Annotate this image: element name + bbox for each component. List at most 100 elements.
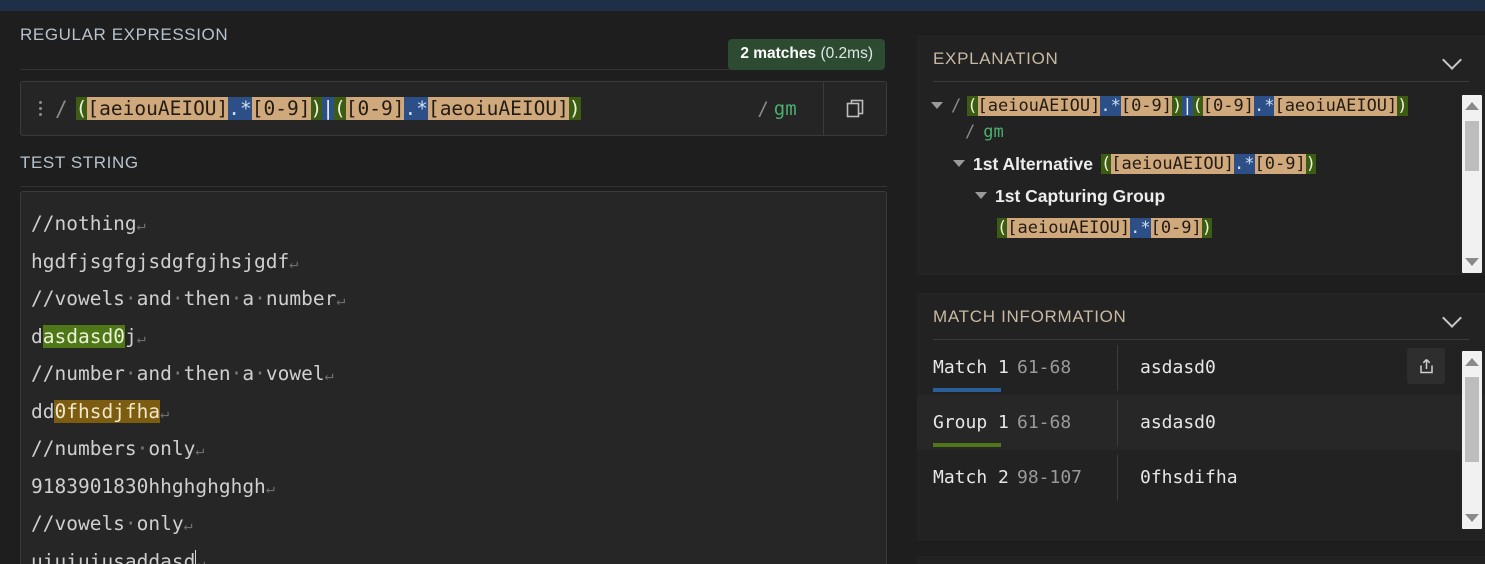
test-string-line: uiuiuiusaddasd↵ [31, 544, 886, 564]
explanation-token: * [1244, 154, 1255, 174]
chevron-down-icon[interactable] [1443, 311, 1463, 323]
test-string-text: then [183, 287, 231, 310]
copy-icon[interactable] [824, 98, 886, 119]
explanation-row-content: 1st Capturing Group [995, 183, 1173, 209]
explanation-token: ) [1305, 154, 1316, 174]
explanation-row[interactable]: ([aeiouAEIOU].*[0-9]) [917, 212, 1485, 244]
explanation-tree[interactable]: / ([aeiouAEIOU].*[0-9])|([0-9].*[aeoiuAEI… [917, 82, 1485, 257]
match-row[interactable]: Match 2 98-107 0fhsdifha [917, 450, 1485, 505]
scroll-up-arrow-icon[interactable] [1465, 358, 1479, 366]
test-string-line: //number·and·then·a·vowel↵ [31, 356, 886, 394]
explanation-token: | [1182, 96, 1193, 116]
match-row-underline [933, 443, 1001, 447]
regex-token: [0-9] [251, 96, 311, 120]
regex-token: ) [310, 96, 323, 120]
explanation-row-content: / ([aeiouAEIOU].*[0-9])|([0-9].*[aeoiuAEI… [951, 93, 1421, 145]
explanation-row-content: 1st Alternative ([aeiouAEIOU].*[0-9]) [973, 151, 1316, 177]
expand-triangle-icon[interactable] [931, 102, 943, 109]
explanation-row[interactable]: 1st Alternative ([aeiouAEIOU].*[0-9]) [917, 148, 1485, 180]
match-row-underline [933, 388, 1001, 392]
match-row[interactable]: Group 1 61-68 asdasd0 [917, 395, 1485, 450]
regex-flags[interactable]: / gm [731, 98, 823, 120]
explanation-token: ( [1192, 96, 1203, 116]
regex-token: . [228, 96, 241, 120]
test-string-text: a [242, 287, 255, 310]
match-row[interactable]: Match 1 61-68 asdasd0 [917, 340, 1485, 395]
space-dot-icon: · [171, 362, 184, 385]
test-string-line: dasdasd0j↵ [31, 319, 886, 357]
scroll-down-arrow-icon[interactable] [1465, 514, 1479, 522]
match-row-range: 61-68 [1017, 357, 1072, 378]
explanation-token: [0-9] [1254, 154, 1306, 174]
explanation-token: ) [1201, 218, 1213, 238]
test-string-text: //number [31, 362, 125, 385]
match-scrollbar[interactable] [1462, 351, 1482, 529]
test-string-match-match2: 0fhsdjfha [54, 399, 161, 423]
explanation-token: * [1110, 96, 1121, 116]
regex-pattern-input[interactable]: ([aeiouAEIOU].*[0-9])|([0-9].*[aeoiuAEIO… [75, 96, 731, 122]
explanation-token: [0-9] [1202, 96, 1254, 116]
test-string-line: //vowels·only↵ [31, 506, 886, 544]
explanation-token: ( [997, 218, 1008, 238]
match-information-panel: MATCH INFORMATION Match 1 61-68 asdasd0 Gro… [917, 293, 1485, 541]
regex-flags-label: gm [773, 97, 797, 120]
explanation-token: . [1130, 218, 1141, 238]
scroll-up-arrow-icon[interactable] [1465, 102, 1479, 110]
expand-triangle-icon[interactable] [975, 192, 987, 199]
regex-input-box[interactable]: / ([aeiouAEIOU].*[0-9])|([0-9].*[aeoiuAE… [20, 81, 887, 136]
explanation-panel-header[interactable]: EXPLANATION [917, 35, 1485, 81]
test-string-text: then [183, 362, 231, 385]
match-scrollbar-thumb[interactable] [1465, 377, 1479, 462]
newline-icon: ↵ [324, 366, 334, 384]
test-string-text: only [148, 437, 196, 460]
test-string-text: uiuiuiusaddasd [31, 549, 196, 564]
explanation-row-label: 1st Alternative [973, 154, 1093, 174]
match-row-range: 98-107 [1017, 467, 1083, 488]
test-string-text: //vowels [31, 512, 125, 535]
match-panel-header[interactable]: MATCH INFORMATION [917, 293, 1485, 339]
match-row-range: 61-68 [1017, 412, 1072, 433]
explanation-token: [aeoiuAEIOU] [1274, 96, 1398, 116]
test-string-text: and [136, 362, 172, 385]
test-string-text: 9183901830hhghghghgh [31, 474, 266, 498]
explanation-row[interactable]: / ([aeiouAEIOU].*[0-9])|([0-9].*[aeoiuAEI… [917, 90, 1485, 148]
regex-token: ) [568, 96, 581, 120]
test-string-line: hgdfjsgfgjsdgfgjhsjgdf↵ [31, 244, 886, 282]
regex-token: | [322, 96, 334, 120]
space-dot-icon: · [230, 362, 243, 385]
chevron-down-icon[interactable] [1443, 53, 1463, 65]
explanation-token: * [1140, 218, 1151, 238]
test-string-text: //numbers [31, 437, 137, 460]
explanation-flags: gm [983, 122, 1004, 142]
regex-token: * [240, 96, 252, 120]
match-row-value: asdasd0 [1140, 357, 1216, 378]
test-string-heading: TEST STRING [20, 153, 139, 172]
regex-token: [0-9] [345, 96, 405, 120]
test-string-line: //numbers·only↵ [31, 431, 886, 469]
test-string-line: dd0fhsdjfha↵ [31, 394, 886, 432]
scroll-down-arrow-icon[interactable] [1465, 258, 1479, 266]
explanation-token: [aeiouAEIOU] [1007, 218, 1131, 238]
regex-heading-divider [20, 69, 840, 70]
match-count-label: 2 matches [740, 45, 817, 62]
test-string-text: dd [31, 399, 55, 423]
kebab-menu-icon[interactable] [27, 101, 53, 116]
explanation-scrollbar[interactable] [1462, 95, 1482, 273]
newline-icon: ↵ [183, 516, 193, 534]
match-row-value: 0fhsdifha [1140, 467, 1238, 488]
explanation-row[interactable]: 1st Capturing Group [917, 180, 1485, 212]
explanation-scrollbar-thumb[interactable] [1465, 121, 1479, 171]
test-string-text: //nothing [31, 212, 137, 235]
left-pane: REGULAR EXPRESSION 2 matches (0.2ms) / (… [0, 11, 917, 564]
regex-token: * [416, 96, 428, 120]
explanation-title: EXPLANATION [933, 49, 1059, 68]
explanation-token: ( [1100, 154, 1112, 174]
expand-triangle-icon[interactable] [953, 160, 965, 167]
test-string-input[interactable]: //nothing ↵ hgdfjsgfgjsdgfgjhsjgdf↵ //vowel… [20, 191, 887, 564]
quick-reference-header[interactable]: QUICK REFERENCE [917, 556, 1485, 564]
explanation-row-pattern: ([aeiouAEIOU].*[0-9]) [997, 215, 1213, 241]
test-string-text: vowel [265, 362, 325, 385]
explanation-row-pattern: ([aeiouAEIOU].*[0-9])|([0-9].*[aeoiuAEIO… [967, 93, 1408, 119]
match-list: Match 1 61-68 asdasd0 Group 1 61-68 asdasd0 Ma… [917, 340, 1485, 530]
regex-token: . [404, 96, 417, 120]
